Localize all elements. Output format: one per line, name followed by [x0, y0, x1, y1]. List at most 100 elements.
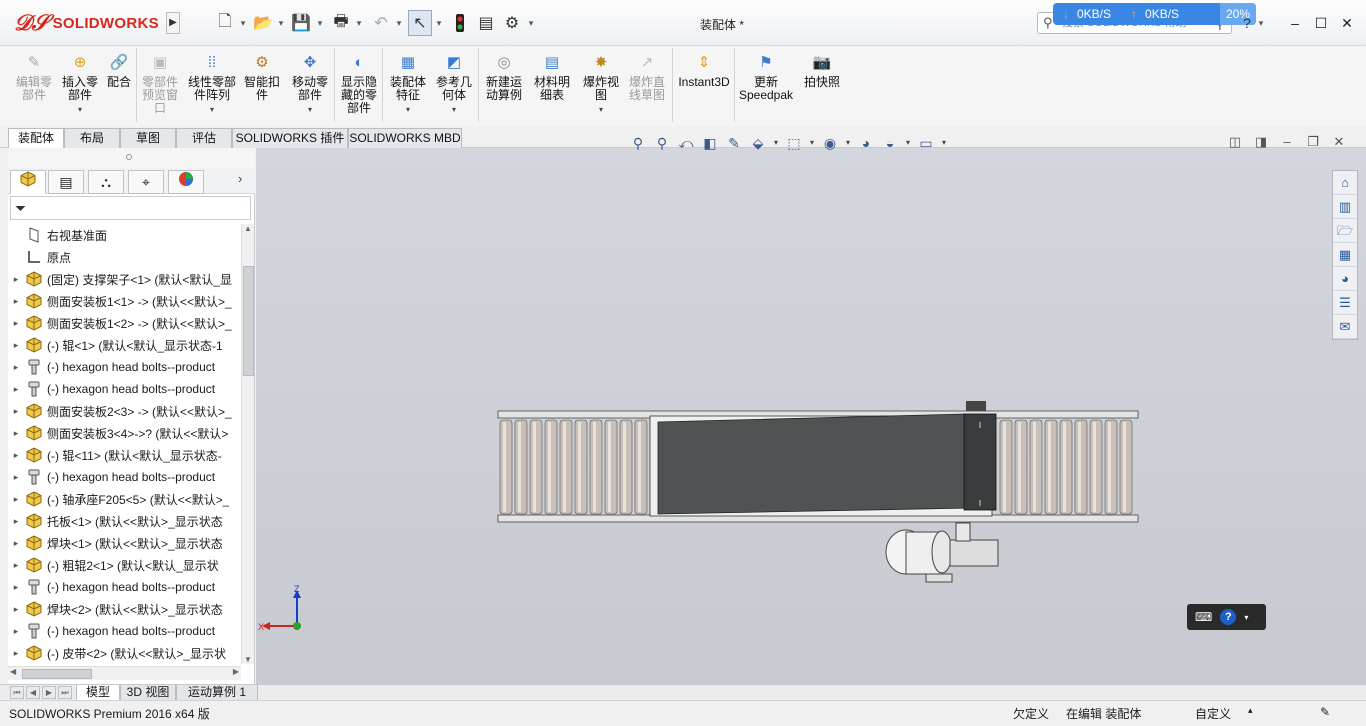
apply-scene-icon[interactable]: ◒ [880, 133, 900, 153]
panel-tabs-more-icon[interactable]: › [238, 171, 242, 186]
file-properties-icon[interactable]: ▤ [476, 10, 496, 36]
expand-arrow-icon[interactable]: ▸ [8, 538, 24, 549]
undo-icon[interactable]: ↶ [370, 10, 392, 36]
save-icon[interactable]: 💾 [290, 10, 312, 36]
ribbon-button-explode-line[interactable]: ↗ 爆炸直 线草图 [626, 48, 668, 122]
first-tab-arrow-icon[interactable]: ⏮ [10, 686, 24, 699]
select-dropdown-icon[interactable]: ▾ [434, 10, 444, 36]
tree-vertical-scrollbar[interactable]: ▲ ▼ [241, 224, 254, 664]
tree-item[interactable]: ▸ 焊块<1> (默认<<默认>_显示状态 [8, 532, 241, 554]
solidworks-forum-icon[interactable]: ✉ [1333, 315, 1357, 339]
appearances-scenes-icon[interactable]: ◕ [1333, 267, 1357, 291]
scroll-thumb[interactable] [243, 266, 254, 376]
tree-item[interactable]: ▸ 焊块<2> (默认<<默认>_显示状态 [8, 598, 241, 620]
ribbon-button-assembly-features[interactable]: ▦ 装配体 特征 ▾ [386, 48, 430, 122]
tree-item[interactable]: ▸ (-) 轴承座F205<5> (默认<<默认>_ [8, 488, 241, 510]
ribbon-dropdown-icon[interactable]: ▾ [210, 103, 214, 116]
ribbon-dropdown-icon[interactable]: ▾ [406, 103, 410, 116]
ribbon-button-speedpak[interactable]: ⚑ 更新 Speedpak [739, 48, 793, 122]
expand-arrow-icon[interactable]: ▸ [8, 582, 24, 593]
tile-left-icon[interactable]: ◫ [1224, 132, 1246, 152]
expand-arrow-icon[interactable]: ▸ [8, 450, 24, 461]
expand-arrow-icon[interactable]: ▸ [8, 604, 24, 615]
hide-show-dropdown-icon[interactable]: ▾ [844, 133, 852, 153]
tree-item[interactable]: ▸ 侧面安装板1<1> -> (默认<<默认>_ [8, 290, 241, 312]
design-library-icon[interactable]: ▥ [1333, 195, 1357, 219]
minimize-button[interactable]: – [1282, 12, 1308, 34]
ribbon-button-instant3d[interactable]: ⇕ Instant3D [676, 48, 732, 122]
next-tab-arrow-icon[interactable]: ▶ [42, 686, 56, 699]
rebuild-icon[interactable] [450, 10, 470, 36]
expand-arrow-icon[interactable]: ▸ [8, 296, 24, 307]
previous-view-icon[interactable]: ⤺ [676, 133, 696, 153]
tree-item[interactable]: 右视基准面 [8, 224, 241, 246]
tree-item[interactable]: ▸ (-) 皮带<2> (默认<<默认>_显示状 [8, 642, 241, 664]
tree-filter-input[interactable]: ⏷ [10, 196, 251, 220]
undo-dropdown-icon[interactable]: ▾ [394, 10, 404, 36]
solidworks-logo[interactable]: 𝒟𝒮 SOLIDWORKS [14, 8, 162, 38]
ribbon-button-edit-component[interactable]: ✎ 编辑零 部件 [14, 48, 54, 122]
ribbon-button-insert-component[interactable]: ⊕ 插入零 部件 ▾ [58, 48, 102, 122]
help-question-icon[interactable]: ? [1238, 10, 1256, 36]
expand-arrow-icon[interactable]: ▸ [8, 274, 24, 285]
status-help-icon[interactable]: ✎ [1320, 705, 1330, 719]
save-dropdown-icon[interactable]: ▾ [315, 10, 325, 36]
tab-evaluate[interactable]: 评估 [176, 128, 232, 148]
tab-model[interactable]: 模型 [76, 685, 120, 701]
tree-item[interactable]: ▸ (-) 辊<11> (默认<默认_显示状态- [8, 444, 241, 466]
apply-scene-dropdown-icon[interactable]: ▾ [904, 133, 912, 153]
last-tab-arrow-icon[interactable]: ⏭ [58, 686, 72, 699]
ribbon-button-bom[interactable]: ▤ 材料明 细表 [530, 48, 574, 122]
tree-item[interactable]: ▸ (-) hexagon head bolts--product [8, 466, 241, 488]
custom-properties-icon[interactable]: ☰ [1333, 291, 1357, 315]
expand-arrow-icon[interactable]: ▸ [8, 516, 24, 527]
expand-arrow-icon[interactable]: ▸ [8, 494, 24, 505]
expand-arrow-icon[interactable]: ▸ [8, 362, 24, 373]
close-button[interactable]: ✕ [1334, 12, 1360, 34]
dimxpert-tab-icon[interactable]: ⌖ [128, 170, 164, 194]
tab-sketch[interactable]: 草图 [120, 128, 176, 148]
open-dropdown-icon[interactable]: ▾ [276, 10, 286, 36]
ribbon-dropdown-icon[interactable]: ▾ [599, 103, 603, 116]
hscroll-thumb[interactable] [22, 669, 92, 679]
tree-item[interactable]: ▸ 侧面安装板1<2> -> (默认<<默认>_ [8, 312, 241, 334]
tree-item[interactable]: ▸ 托板<1> (默认<<默认>_显示状态 [8, 510, 241, 532]
dynamic-annotation-icon[interactable]: ✎ [724, 133, 744, 153]
tree-item[interactable]: ▸ (-) hexagon head bolts--product [8, 356, 241, 378]
tab-assembly[interactable]: 装配体 [8, 128, 64, 148]
scroll-up-arrow-icon[interactable]: ▲ [244, 224, 252, 233]
new-dropdown-icon[interactable]: ▾ [238, 10, 248, 36]
ribbon-button-exploded-view[interactable]: ✸ 爆炸视 图 ▾ [580, 48, 622, 122]
ribbon-button-mate[interactable]: 🔗 配合 [104, 48, 134, 122]
ribbon-dropdown-icon[interactable]: ▾ [452, 103, 456, 116]
expand-arrow-icon[interactable]: ▸ [8, 318, 24, 329]
expand-arrow-icon[interactable]: ▸ [8, 648, 24, 659]
help-dropdown-icon[interactable]: ▾ [1256, 10, 1266, 36]
units-status[interactable]: 自定义 [1195, 705, 1231, 722]
tree-item[interactable]: ▸ (固定) 支撑架子<1> (默认<默认_显 [8, 268, 241, 290]
keyboard-icon[interactable]: ⌨ [1195, 610, 1212, 624]
widget-dropdown-icon[interactable]: ▾ [1244, 613, 1248, 622]
view-palette-icon[interactable]: ▦ [1333, 243, 1357, 267]
solidworks-resources-icon[interactable]: ⌂ [1333, 171, 1357, 195]
doc-close-icon[interactable]: ✕ [1328, 132, 1350, 152]
ribbon-button-move-component[interactable]: ✥ 移动零 部件 ▾ [288, 48, 332, 122]
display-style-dropdown-icon[interactable]: ▾ [808, 133, 816, 153]
prev-tab-arrow-icon[interactable]: ◀ [26, 686, 40, 699]
edit-appearance-icon[interactable]: ◕ [856, 133, 876, 153]
expand-arrow-icon[interactable]: ▸ [8, 560, 24, 571]
new-document-icon[interactable]: 🗋 [214, 10, 236, 36]
file-explorer-icon[interactable]: 🗁 [1333, 219, 1357, 243]
tree-horizontal-scrollbar[interactable]: ◀ ▶ [8, 666, 241, 680]
open-document-icon[interactable]: 📂 [252, 10, 274, 36]
configuration-manager-tab-icon[interactable]: ⛬ [88, 170, 124, 194]
zoom-to-area-icon[interactable]: ⚲ [652, 133, 672, 153]
view-settings-icon[interactable]: ▭ [916, 133, 936, 153]
expand-menu-arrow[interactable]: ▶ [166, 12, 180, 34]
feature-manager-tab-icon[interactable] [10, 170, 46, 194]
ribbon-button-show-hidden[interactable]: ◐ 显示隐 藏的零 部件 [338, 48, 380, 122]
units-dropdown-icon[interactable]: ▴ [1248, 705, 1253, 716]
options-dropdown-icon[interactable]: ▾ [526, 10, 536, 36]
expand-arrow-icon[interactable]: ▸ [8, 384, 24, 395]
ribbon-button-motion-study[interactable]: ◎ 新建运 动算例 [482, 48, 526, 122]
